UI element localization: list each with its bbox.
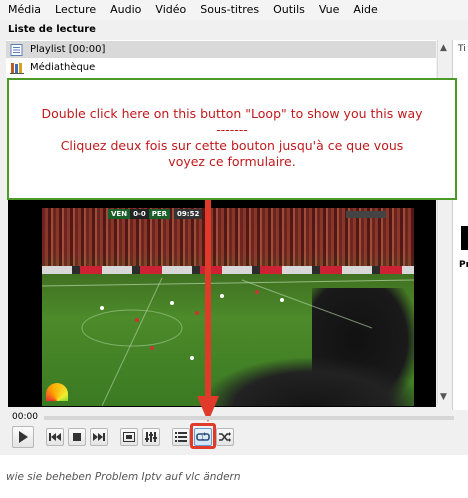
menu-aide[interactable]: Aide [345,0,383,20]
annotation-line-english: Double click here on this button "Loop" … [41,106,423,121]
shuffle-icon [219,432,231,442]
scroll-down-icon[interactable]: ▼ [440,392,447,402]
away-team: PER [148,209,171,219]
next-button[interactable] [90,428,108,446]
menu-lecture[interactable]: Lecture [47,0,102,20]
menu-outils[interactable]: Outils [265,0,311,20]
annotation-line-french-2: voyez ce formulaire. [168,154,296,169]
fullscreen-button[interactable] [120,428,138,446]
side-panel-thumbnail [461,226,468,250]
stop-icon [73,433,81,441]
broadcaster-logo [346,211,386,218]
shuffle-button[interactable] [216,428,234,446]
annotation-separator: ------- [216,122,248,137]
vlc-window: Média Lecture Audio Vidéo Sous-titres Ou… [0,0,468,455]
previous-button[interactable] [46,428,64,446]
menu-audio[interactable]: Audio [102,0,147,20]
stop-button[interactable] [68,428,86,446]
loop-button-highlight [190,423,216,449]
annotation-box: Double click here on this button "Loop" … [7,78,457,200]
image-caption: wie sie beheben Problem Iptv auf vlc änd… [6,471,241,483]
extended-settings-icon [145,432,157,442]
side-panel-title: Ti [458,44,466,54]
menu-bar: Média Lecture Audio Vidéo Sous-titres Ou… [0,0,468,20]
playlist-header: Liste de lecture [8,24,96,35]
playlist-toggle-icon [175,432,187,442]
playlist-toggle-button[interactable] [172,428,190,446]
previous-icon [49,433,61,441]
extended-settings-button[interactable] [142,428,160,446]
menu-video[interactable]: Vidéo [147,0,192,20]
playlist-icon [10,43,23,56]
annotation-line-french: Cliquez deux fois sur cette bouton jusqu… [60,138,404,153]
play-button[interactable] [12,426,34,448]
seek-bar[interactable] [44,416,454,420]
score-overlay: VEN 0-0 PER 09:52 [108,209,203,219]
scroll-up-icon[interactable]: ▲ [440,43,447,53]
match-score: 0-0 [130,209,149,219]
side-panel-label: Pr [459,260,468,270]
home-team: VEN [108,209,131,219]
next-icon [93,433,105,441]
football-video-frame [42,208,414,406]
play-icon [19,431,28,443]
rainbow-logo-icon [46,383,68,401]
elapsed-time: 00:00 [12,412,38,422]
pointer-arrow-icon [197,200,219,422]
playlist-item-playlist[interactable]: Playlist [00:00] [6,41,436,58]
menu-media[interactable]: Média [0,0,47,20]
media-library-icon [10,62,24,74]
menu-sous-titres[interactable]: Sous-titres [192,0,265,20]
pitch-lines [42,277,414,406]
playlist-panel: Playlist [00:00] Médiathèque [6,40,436,78]
fullscreen-icon [123,432,135,442]
playlist-item-label: Playlist [00:00] [30,44,106,55]
menu-vue[interactable]: Vue [311,0,346,20]
playlist-item-label: Médiathèque [30,62,96,73]
playlist-item-mediatheque[interactable]: Médiathèque [6,59,436,76]
